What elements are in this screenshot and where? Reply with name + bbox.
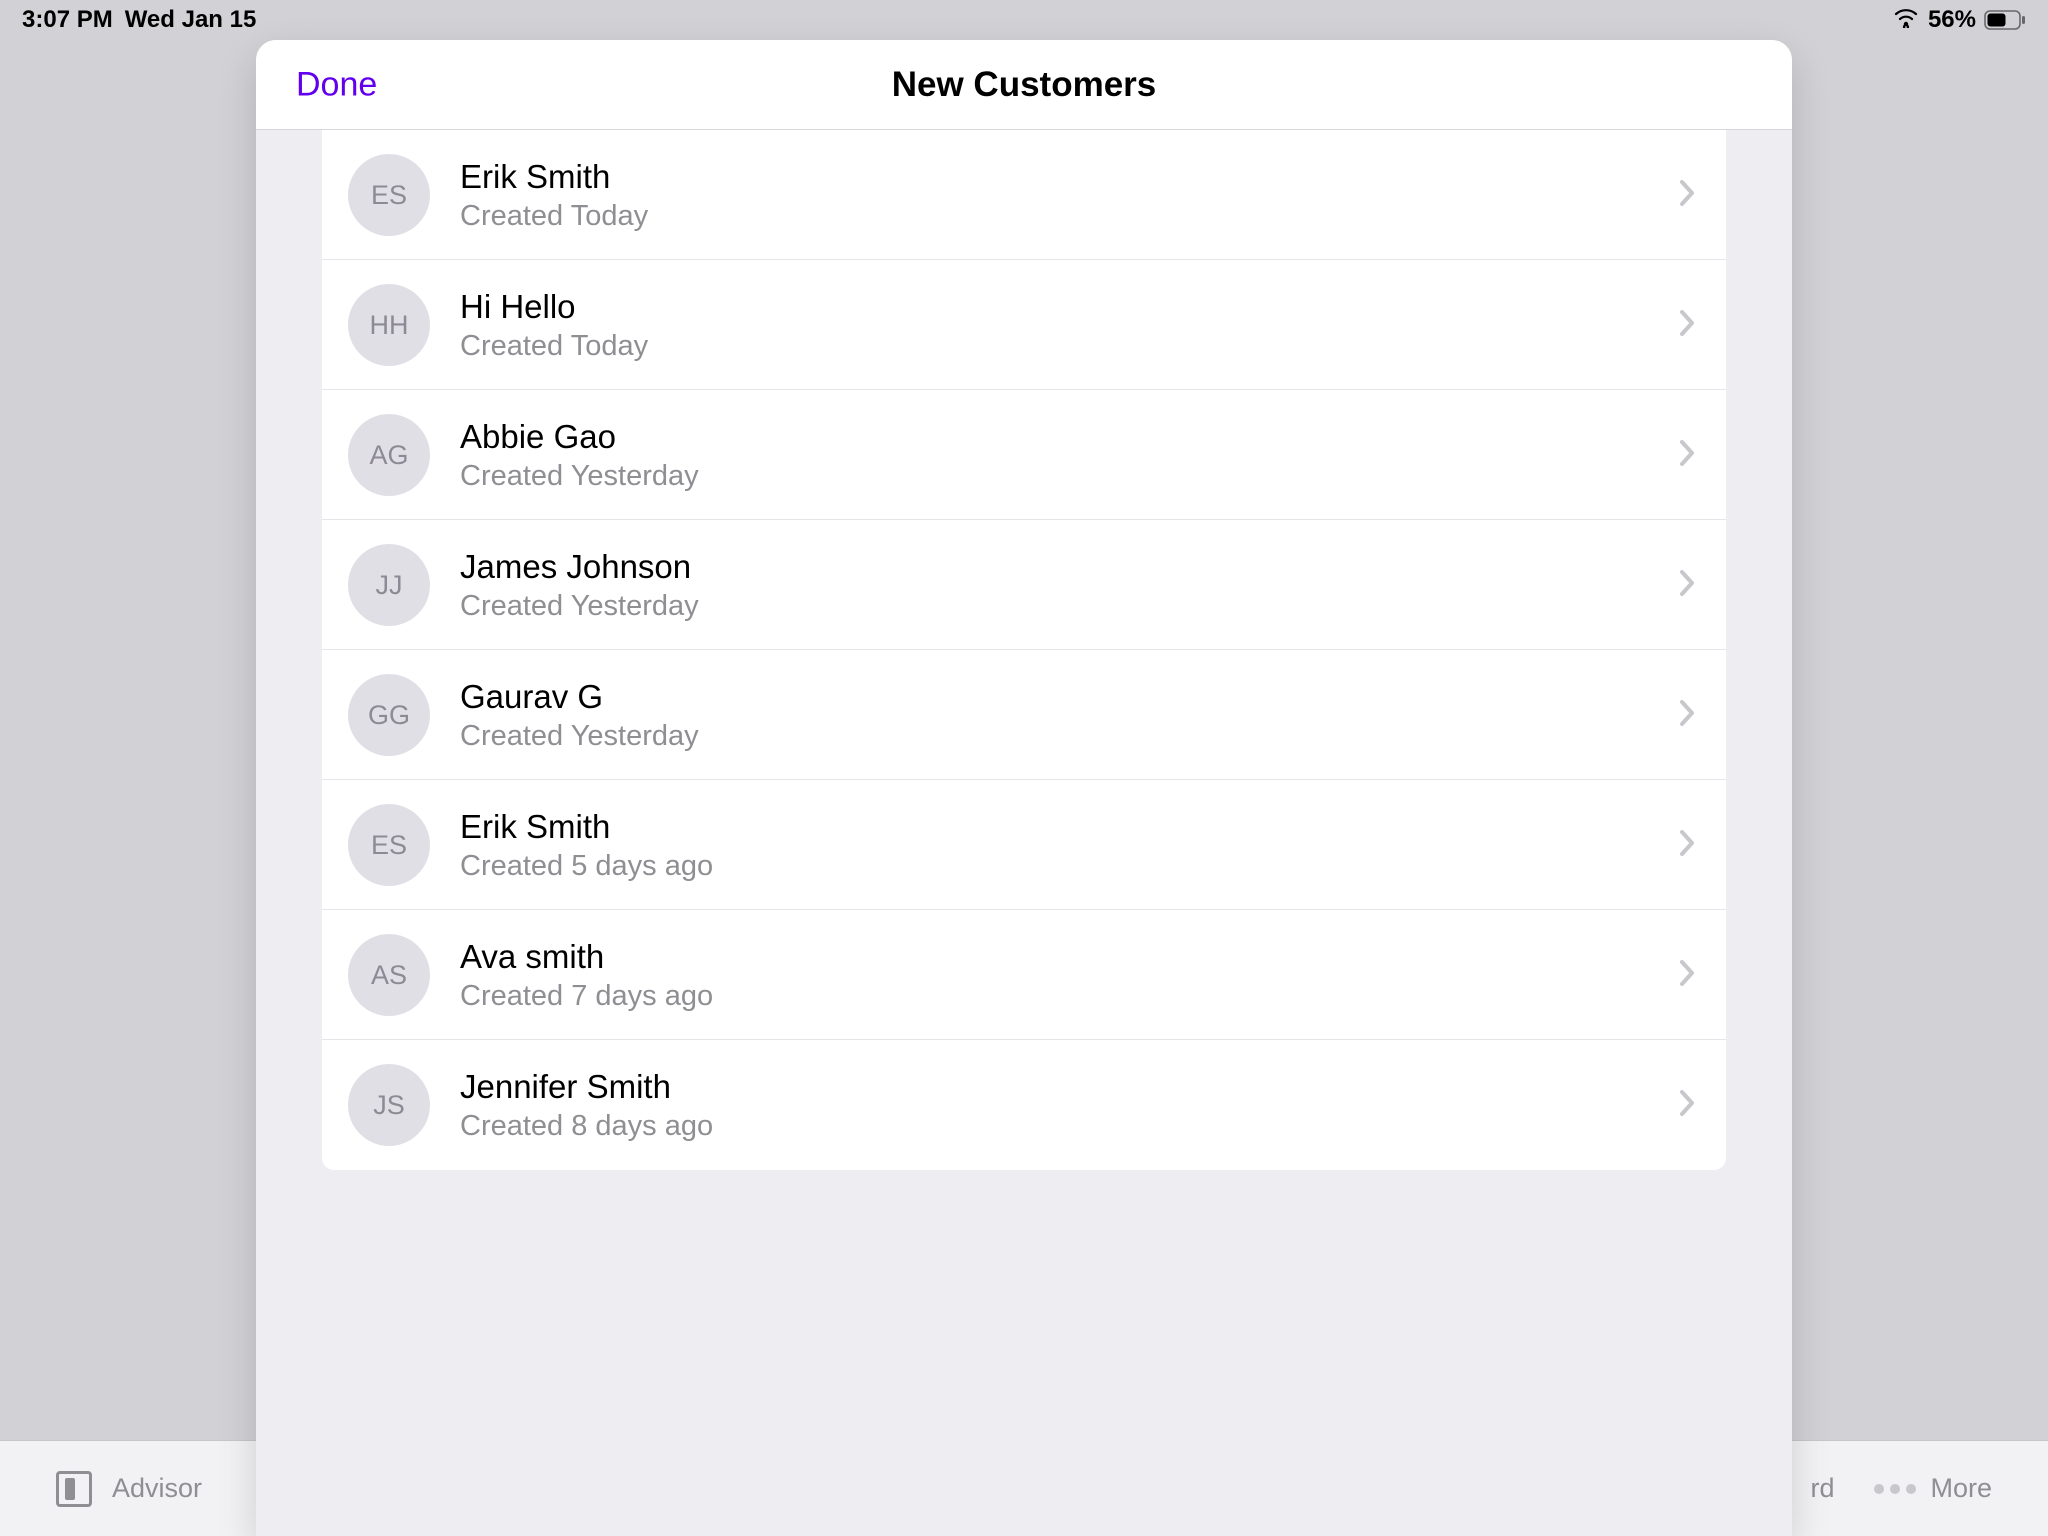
customer-name: Gaurav G: [460, 678, 1678, 716]
customer-created: Created Today: [460, 200, 1678, 233]
wifi-icon: [1892, 6, 1920, 35]
customer-name: Erik Smith: [460, 158, 1678, 196]
customer-row[interactable]: GG Gaurav G Created Yesterday: [322, 650, 1726, 780]
customer-name: Ava smith: [460, 938, 1678, 976]
avatar: JJ: [348, 544, 430, 626]
customer-name: Erik Smith: [460, 808, 1678, 846]
customer-info: Jennifer Smith Created 8 days ago: [460, 1068, 1678, 1143]
toolbar-rd-suffix: rd: [1810, 1473, 1834, 1504]
customer-name: James Johnson: [460, 548, 1678, 586]
chevron-right-icon: [1678, 438, 1696, 473]
status-date: Wed Jan 15: [125, 6, 257, 34]
modal-title: New Customers: [892, 65, 1157, 105]
customer-created: Created Today: [460, 330, 1678, 363]
customer-info: Hi Hello Created Today: [460, 288, 1678, 363]
avatar: AG: [348, 414, 430, 496]
modal-body: ES Erik Smith Created Today HH Hi Hello Creat…: [256, 130, 1792, 1536]
chevron-right-icon: [1678, 178, 1696, 213]
battery-percent: 56%: [1928, 6, 1976, 34]
customer-name: Hi Hello: [460, 288, 1678, 326]
avatar: AS: [348, 934, 430, 1016]
status-left: 3:07 PM Wed Jan 15: [22, 6, 256, 34]
customer-created: Created 5 days ago: [460, 850, 1678, 883]
advisor-icon: [56, 1471, 92, 1507]
status-right: 56%: [1892, 6, 2026, 35]
more-icon: [1874, 1484, 1916, 1494]
customer-info: Erik Smith Created Today: [460, 158, 1678, 233]
customer-info: Ava smith Created 7 days ago: [460, 938, 1678, 1013]
customer-row[interactable]: ES Erik Smith Created 5 days ago: [322, 780, 1726, 910]
customer-created: Created 7 days ago: [460, 980, 1678, 1013]
customer-row[interactable]: HH Hi Hello Created Today: [322, 260, 1726, 390]
chevron-right-icon: [1678, 828, 1696, 863]
customer-name: Jennifer Smith: [460, 1068, 1678, 1106]
customer-name: Abbie Gao: [460, 418, 1678, 456]
customer-row[interactable]: AS Ava smith Created 7 days ago: [322, 910, 1726, 1040]
customer-created: Created Yesterday: [460, 460, 1678, 493]
more-label: More: [1930, 1473, 1992, 1504]
status-time: 3:07 PM: [22, 6, 113, 34]
chevron-right-icon: [1678, 698, 1696, 733]
toolbar-right: rd More: [1810, 1473, 1992, 1504]
toolbar-advisor[interactable]: Advisor: [56, 1471, 202, 1507]
customer-row[interactable]: AG Abbie Gao Created Yesterday: [322, 390, 1726, 520]
avatar: ES: [348, 154, 430, 236]
status-bar: 3:07 PM Wed Jan 15 56%: [0, 0, 2048, 40]
chevron-right-icon: [1678, 568, 1696, 603]
chevron-right-icon: [1678, 958, 1696, 993]
done-button[interactable]: Done: [296, 65, 377, 104]
battery-icon: [1984, 10, 2026, 30]
avatar: HH: [348, 284, 430, 366]
customer-info: James Johnson Created Yesterday: [460, 548, 1678, 623]
advisor-label: Advisor: [112, 1473, 202, 1504]
avatar: ES: [348, 804, 430, 886]
new-customers-modal: Done New Customers ES Erik Smith Created T…: [256, 40, 1792, 1536]
avatar: JS: [348, 1064, 430, 1146]
customer-created: Created Yesterday: [460, 720, 1678, 753]
customer-info: Erik Smith Created 5 days ago: [460, 808, 1678, 883]
customer-created: Created 8 days ago: [460, 1110, 1678, 1143]
chevron-right-icon: [1678, 308, 1696, 343]
customer-row[interactable]: ES Erik Smith Created Today: [322, 130, 1726, 260]
modal-header: Done New Customers: [256, 40, 1792, 130]
customer-row[interactable]: JS Jennifer Smith Created 8 days ago: [322, 1040, 1726, 1170]
customer-list: ES Erik Smith Created Today HH Hi Hello Creat…: [322, 130, 1726, 1170]
customer-info: Gaurav G Created Yesterday: [460, 678, 1678, 753]
customer-created: Created Yesterday: [460, 590, 1678, 623]
avatar: GG: [348, 674, 430, 756]
toolbar-more[interactable]: More: [1874, 1473, 1992, 1504]
customer-row[interactable]: JJ James Johnson Created Yesterday: [322, 520, 1726, 650]
chevron-right-icon: [1678, 1088, 1696, 1123]
customer-info: Abbie Gao Created Yesterday: [460, 418, 1678, 493]
